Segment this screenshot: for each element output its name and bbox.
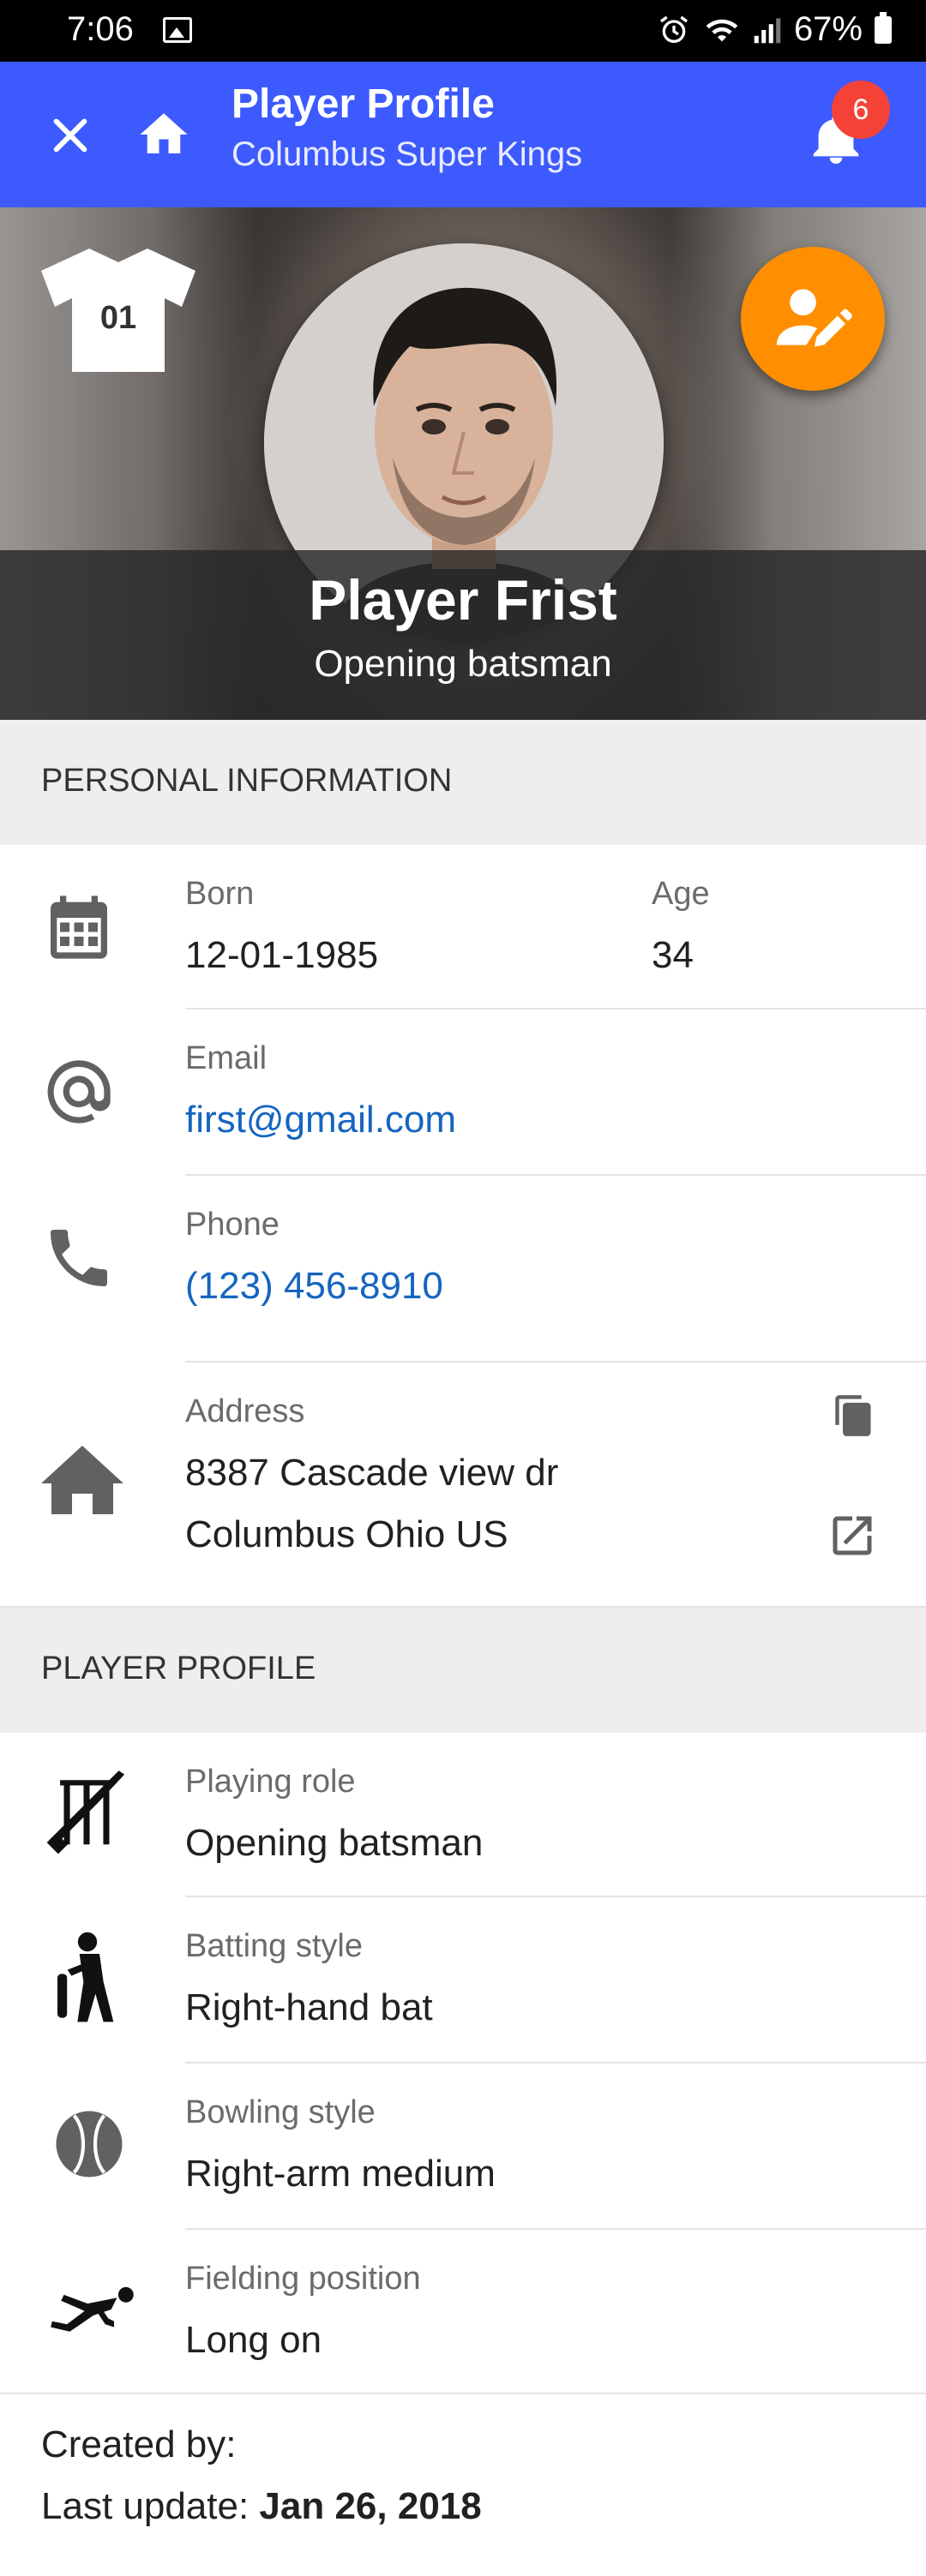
address-line2: Columbus Ohio US	[185, 1513, 508, 1555]
calendar-icon	[51, 896, 107, 959]
alarm-icon	[659, 15, 688, 43]
jersey-number: 01	[99, 300, 137, 336]
notification-badge[interactable]: 6	[832, 81, 890, 139]
email-link[interactable]: first@gmail.com	[185, 1099, 456, 1141]
cricket-stumps-icon	[46, 1770, 125, 1854]
profile-hero: 01 Player Frist Opening batsman	[0, 207, 926, 720]
phone-label: Phone	[185, 1207, 280, 1243]
section-header-personal: PERSONAL INFORMATION	[0, 720, 926, 845]
batting-style-value: Right-hand bat	[185, 1986, 433, 2028]
player-role: Opening batsman	[314, 643, 612, 685]
page-subtitle: Columbus Super Kings	[232, 135, 583, 173]
last-update: Last update: Jan 26, 2018	[41, 2485, 482, 2528]
row-email[interactable]: Email first@gmail.com	[0, 1009, 926, 1176]
bowling-style-value: Right-arm medium	[185, 2153, 496, 2195]
row-phone[interactable]: Phone (123) 456-8910	[0, 1176, 926, 1363]
divider	[0, 2393, 926, 2394]
batsman-icon	[57, 1932, 114, 2022]
playing-role-value: Opening batsman	[185, 1822, 484, 1864]
row-born: Born 12-01-1985 Age 34	[0, 845, 926, 1009]
row-batting-style: Batting style Right-hand bat	[0, 1897, 926, 2064]
wifi-icon	[706, 19, 738, 41]
phone-icon	[51, 1230, 107, 1286]
player-name: Player Frist	[309, 568, 617, 632]
section-header-profile: PLAYER PROFILE	[0, 1608, 926, 1733]
playing-role-label: Playing role	[185, 1764, 356, 1800]
age-label: Age	[652, 876, 710, 912]
row-playing-role: Playing role Opening batsman	[0, 1733, 926, 1897]
section-title: PLAYER PROFILE	[41, 1650, 316, 1686]
open-external-icon[interactable]	[827, 1510, 878, 1561]
address-label: Address	[185, 1393, 305, 1429]
battery-percent: 67%	[793, 10, 863, 48]
home-icon	[41, 1446, 123, 1514]
image-notification-icon	[163, 17, 192, 43]
close-icon[interactable]	[46, 111, 94, 159]
row-fielding-position: Fielding position Long on	[0, 2230, 926, 2394]
status-time: 7:06	[67, 10, 134, 48]
email-label: Email	[185, 1040, 268, 1076]
row-address: Address 8387 Cascade view dr Columbus Oh…	[0, 1363, 926, 1608]
address-line1: 8387 Cascade view dr	[185, 1452, 559, 1494]
app-bar: Player Profile Columbus Super Kings 6	[0, 62, 926, 207]
fielding-position-value: Long on	[185, 2319, 322, 2361]
age-value: 34	[652, 934, 694, 976]
status-icons: 67%	[657, 10, 892, 49]
born-label: Born	[185, 876, 255, 912]
battery-icon	[875, 11, 892, 44]
fielder-icon	[51, 2286, 134, 2332]
row-bowling-style: Bowling style Right-arm medium	[0, 2064, 926, 2230]
edit-person-icon	[776, 289, 852, 347]
signal-icon	[754, 17, 781, 43]
phone-link[interactable]: (123) 456-8910	[185, 1265, 443, 1308]
last-update-label: Last update:	[41, 2485, 260, 2527]
home-icon[interactable]	[135, 106, 192, 163]
ball-icon	[56, 2111, 123, 2178]
page-title: Player Profile	[232, 81, 495, 127]
batting-style-label: Batting style	[185, 1928, 363, 1964]
created-by: Created by:	[41, 2423, 237, 2465]
born-value: 12-01-1985	[185, 934, 379, 976]
section-title: PERSONAL INFORMATION	[41, 763, 453, 799]
edit-profile-button[interactable]	[741, 247, 885, 391]
bowling-style-label: Bowling style	[185, 2094, 376, 2130]
copy-icon[interactable]	[832, 1392, 876, 1440]
at-icon	[47, 1060, 111, 1123]
status-bar: 7:06 67%	[0, 0, 926, 62]
fielding-position-label: Fielding position	[185, 2261, 421, 2297]
last-update-value: Jan 26, 2018	[259, 2485, 482, 2527]
